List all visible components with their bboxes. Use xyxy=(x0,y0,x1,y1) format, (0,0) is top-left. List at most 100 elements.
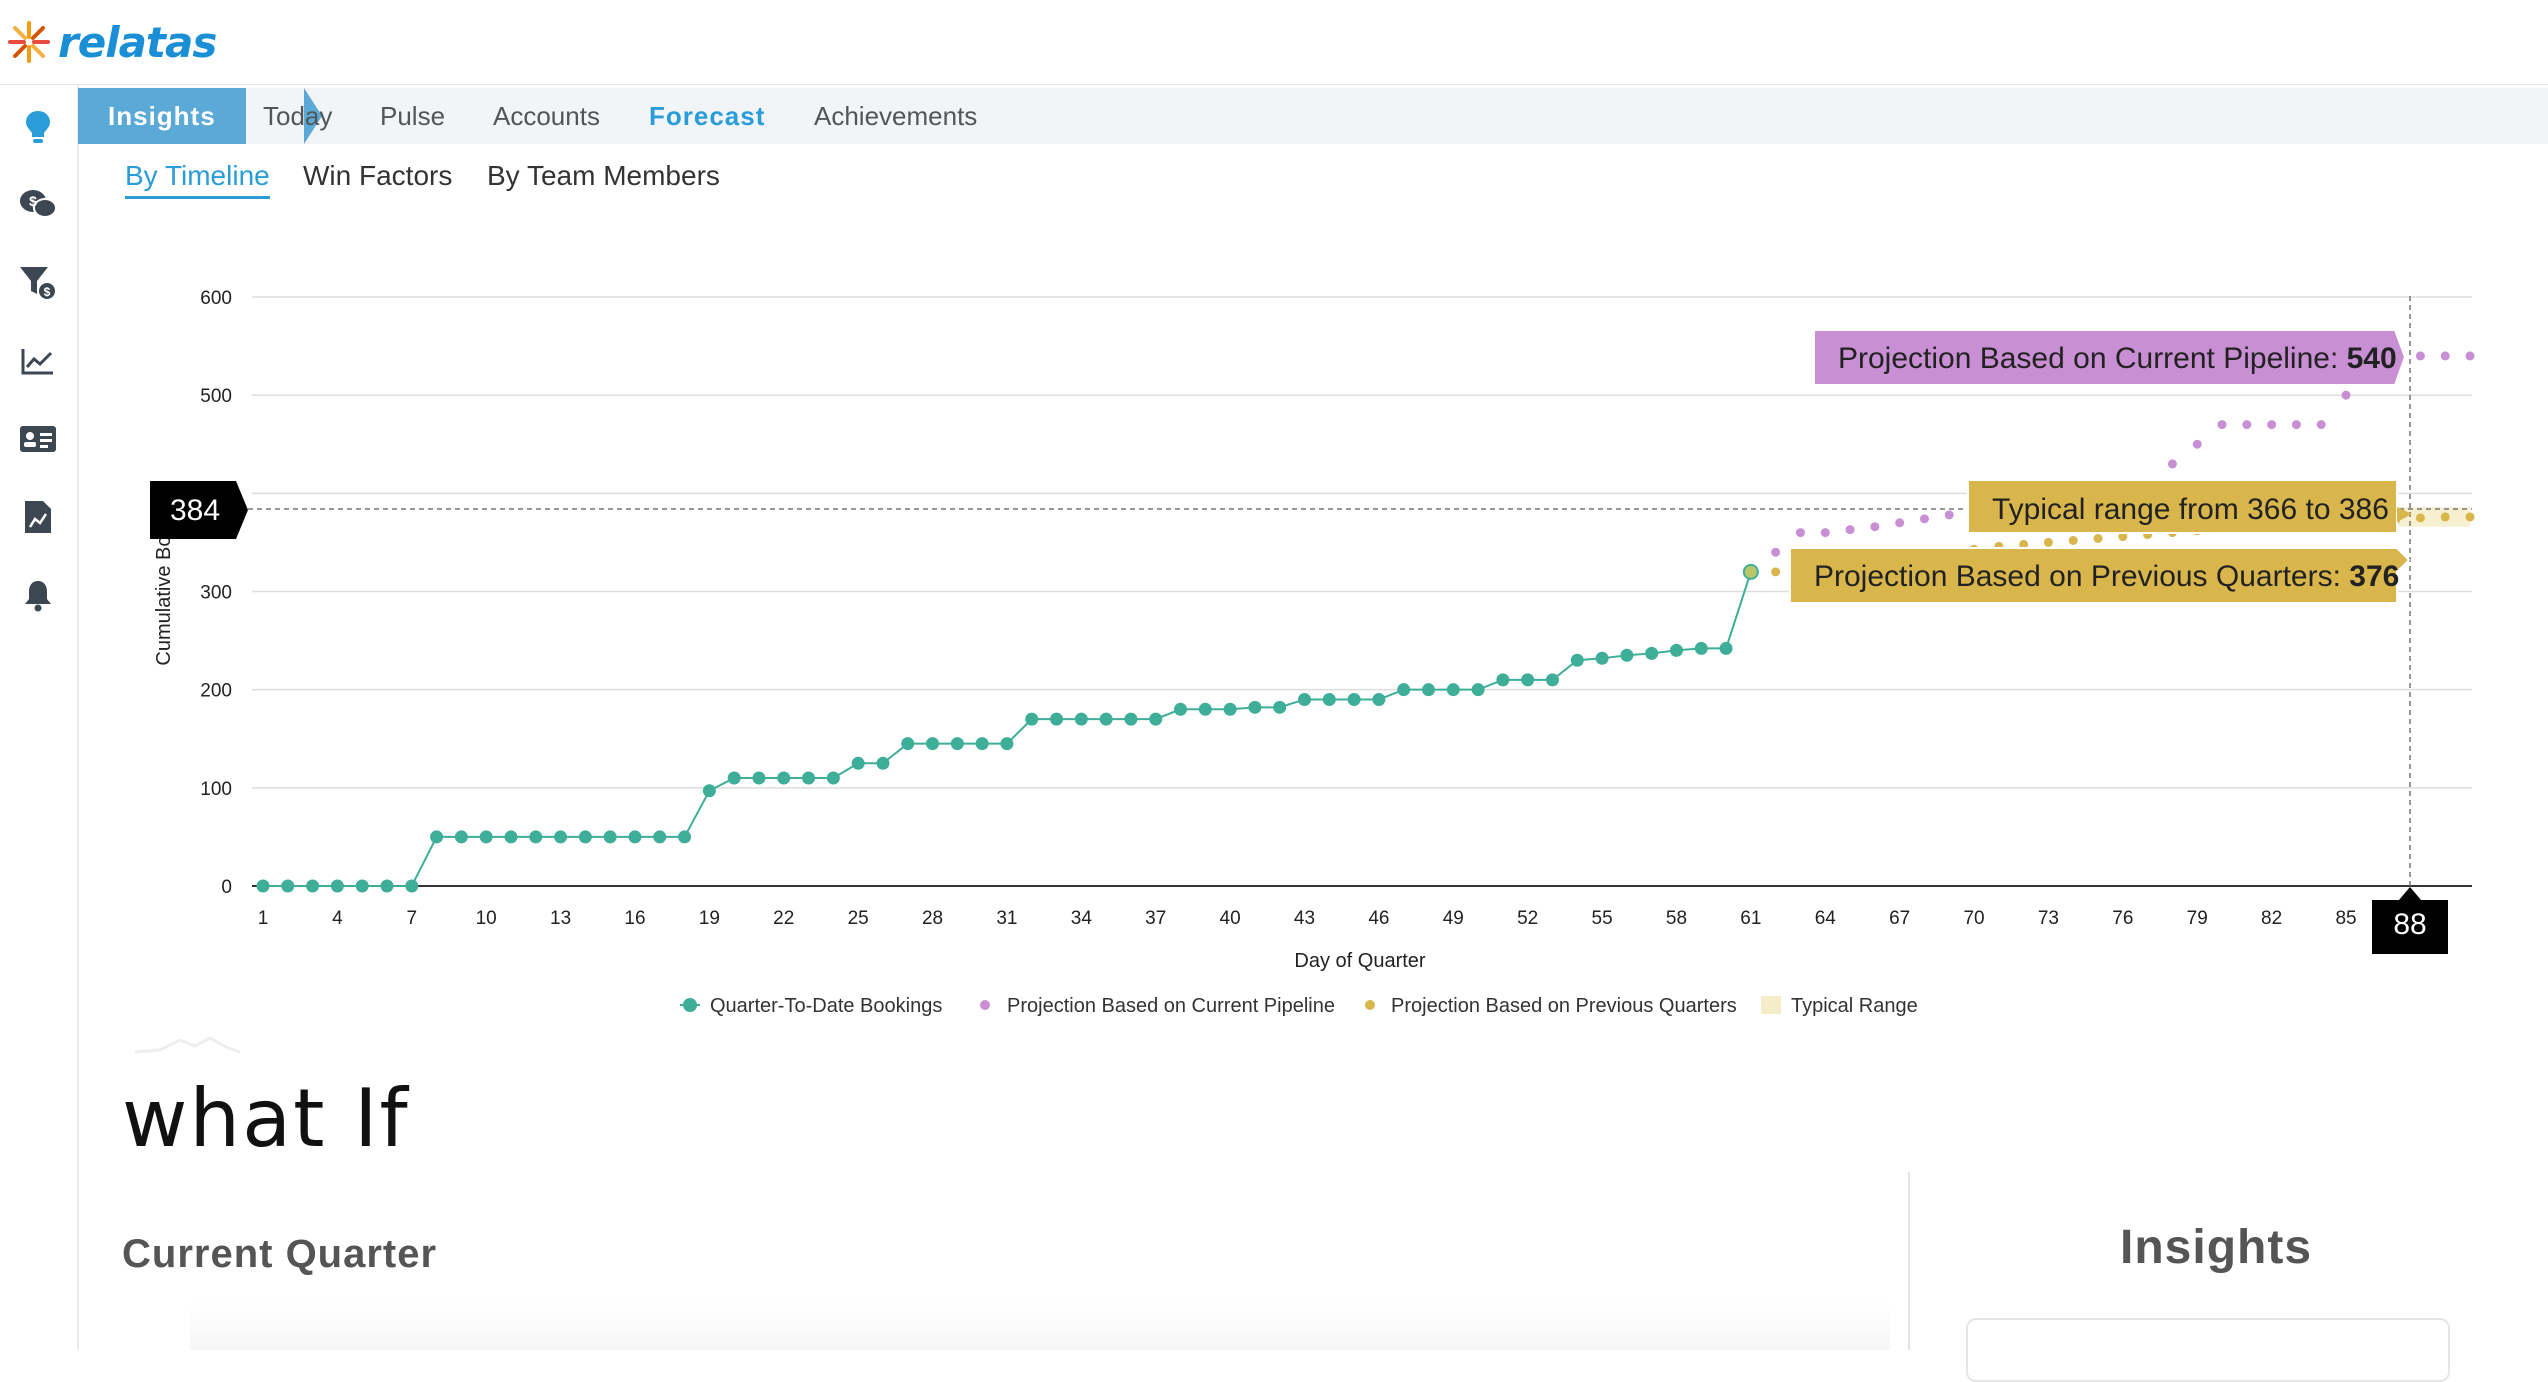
bookings-point xyxy=(950,737,964,751)
bookings-point xyxy=(306,879,320,893)
legend-bookings[interactable]: Quarter-To-Date Bookings xyxy=(710,995,942,1017)
previous-quarters-point xyxy=(2019,539,2029,549)
bookings-point xyxy=(578,830,592,844)
legend-typical-range[interactable]: Typical Range xyxy=(1791,995,1918,1017)
pipeline-point xyxy=(1795,528,1805,538)
pipeline-point xyxy=(2242,420,2252,430)
previous-quarters-point xyxy=(2391,515,2401,525)
y-tick-label: 500 xyxy=(200,386,232,407)
previous-quarters-point xyxy=(2341,517,2351,527)
pipeline-point xyxy=(2465,351,2475,361)
previous-quarters-point xyxy=(1919,550,1929,560)
brand-logo[interactable]: relatas xyxy=(6,12,217,72)
pipeline-point xyxy=(1771,547,1781,557)
legend-marker-pipeline xyxy=(980,1000,990,1010)
bookings-point xyxy=(1149,712,1163,726)
bookings-line xyxy=(263,571,1752,887)
y-tick-label: 300 xyxy=(200,583,232,604)
contact-card-icon[interactable] xyxy=(18,419,58,459)
legend-pipeline[interactable]: Projection Based on Current Pipeline xyxy=(1007,995,1335,1017)
x-tick-label: 37 xyxy=(1145,908,1166,929)
bookings-point xyxy=(1570,653,1584,667)
bookings-point xyxy=(1719,641,1733,655)
panel-divider xyxy=(1908,1172,1910,1350)
bookings-point-current xyxy=(1742,563,1759,580)
y-tick-label: 100 xyxy=(200,779,232,800)
subtab-by-team-members[interactable]: By Team Members xyxy=(487,160,720,192)
bell-icon[interactable] xyxy=(18,575,58,615)
bookings-point xyxy=(975,737,989,751)
bookings-point xyxy=(1248,700,1262,714)
insight-card[interactable] xyxy=(1966,1318,2450,1382)
current-quarter-panel xyxy=(190,1300,1890,1350)
x-tick-label: 13 xyxy=(550,908,571,929)
y-value-flag: 384 xyxy=(150,481,248,539)
tab-forecast[interactable]: Forecast xyxy=(649,88,765,144)
y-axis-title: Cumulative Book xyxy=(153,513,175,665)
previous-quarters-point xyxy=(2291,519,2301,529)
y-tick-label: 200 xyxy=(200,681,232,702)
x-tick-label: 58 xyxy=(1666,908,1687,929)
chart-ticks: 0 100 200 300 500 600 1 4 7 10 13 16 19 22 25 28 31 34 37 4… xyxy=(200,288,2356,929)
x-tick-label: 52 xyxy=(1517,908,1538,929)
pipeline-point xyxy=(2019,503,2029,513)
previous-quarters-point xyxy=(1969,544,1979,554)
tooltip-previous-text: Projection Based on Previous Quarters: 3… xyxy=(1814,560,2399,593)
x-tick-label: 85 xyxy=(2335,908,2356,929)
bookings-point xyxy=(1099,712,1113,726)
subtab-win-factors[interactable]: Win Factors xyxy=(303,160,452,192)
pipeline-point xyxy=(2291,420,2301,430)
previous-quarters-point xyxy=(1845,562,1855,572)
bookings-point xyxy=(926,737,940,751)
tab-insights[interactable]: Insights xyxy=(78,88,246,144)
bookings-point xyxy=(628,830,642,844)
bookings-point xyxy=(256,879,270,893)
bookings-point xyxy=(479,830,493,844)
previous-quarters-point xyxy=(2118,532,2128,542)
bookings-point xyxy=(281,879,295,893)
trend-chart-icon[interactable] xyxy=(18,341,58,381)
chat-dollar-icon[interactable]: $ xyxy=(18,185,58,225)
tab-accounts[interactable]: Accounts xyxy=(493,88,600,144)
bookings-point xyxy=(1372,692,1386,706)
legend-previous-quarters[interactable]: Projection Based on Previous Quarters xyxy=(1391,995,1737,1017)
pipeline-point xyxy=(2366,371,2376,381)
lightbulb-icon[interactable] xyxy=(18,107,58,147)
bookings-point xyxy=(901,737,915,751)
pipeline-point xyxy=(2192,439,2202,449)
tab-pulse[interactable]: Pulse xyxy=(380,88,445,144)
bookings-point xyxy=(1174,702,1188,716)
pipeline-point xyxy=(1895,518,1905,528)
relatas-logo-icon xyxy=(8,21,50,63)
current-quarter-title: Current Quarter xyxy=(122,1232,438,1276)
previous-quarters-point xyxy=(2068,535,2078,545)
x-tick-label: 70 xyxy=(1963,908,1984,929)
bookings-point xyxy=(405,879,419,893)
bookings-point xyxy=(851,756,865,770)
bookings-point xyxy=(1496,673,1510,687)
tab-achievements[interactable]: Achievements xyxy=(814,88,977,144)
tab-today[interactable]: Today xyxy=(263,88,332,144)
x-value-flag: 88 xyxy=(2372,887,2448,954)
previous-quarters-point xyxy=(2093,533,2103,543)
subtab-by-timeline[interactable]: By Timeline xyxy=(125,160,270,199)
previous-quarters-point xyxy=(2465,512,2475,522)
previous-quarters-point xyxy=(1944,547,1954,557)
bookings-point xyxy=(554,830,568,844)
bookings-point xyxy=(330,879,344,893)
report-icon[interactable] xyxy=(18,497,58,537)
previous-quarters-point xyxy=(2242,522,2252,532)
x-tick-label: 1 xyxy=(258,908,269,929)
bookings-point xyxy=(380,879,394,893)
tooltip-previous-quarters: Projection Based on Previous Quarters: 3… xyxy=(1789,547,2411,604)
previous-quarters-point xyxy=(1994,541,2004,551)
svg-text:$: $ xyxy=(44,285,51,299)
pipeline-point xyxy=(1845,525,1855,535)
funnel-dollar-icon[interactable]: $ xyxy=(18,263,58,303)
pipeline-point xyxy=(2440,351,2450,361)
bookings-point xyxy=(454,830,468,844)
bookings-point xyxy=(1074,712,1088,726)
legend-marker-range xyxy=(1761,996,1781,1014)
chart-points xyxy=(256,351,2475,893)
pipeline-point xyxy=(2167,459,2177,469)
